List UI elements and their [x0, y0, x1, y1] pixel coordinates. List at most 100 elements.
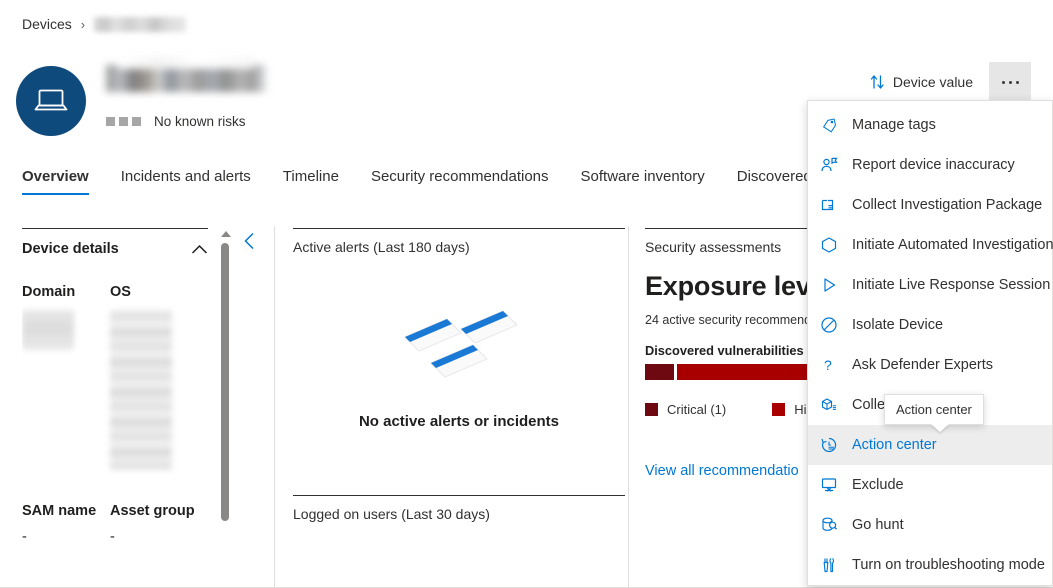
field-sam-name-label: SAM name: [22, 502, 110, 521]
legend-swatch-critical: [645, 403, 658, 416]
header-actions: Device value: [864, 62, 1053, 102]
active-alerts-title: Active alerts (Last 180 days): [293, 239, 625, 255]
collapse-panel-button[interactable]: [243, 232, 256, 250]
menu-item-initiate-live-response-session[interactable]: Initiate Live Response Session: [808, 265, 1052, 305]
risk-indicator-square: [106, 117, 115, 126]
menu-item-label: Turn on troubleshooting mode: [852, 557, 1045, 573]
field-asset-group-value: -: [110, 529, 198, 545]
risk-indicator-square: [119, 117, 128, 126]
menu-item-go-hunt[interactable]: Go hunt: [808, 505, 1052, 545]
menu-item-isolate-device[interactable]: Isolate Device: [808, 305, 1052, 345]
action-center-tooltip: Action center: [884, 394, 984, 425]
breadcrumb: Devices ›: [22, 14, 186, 34]
menu-item-label: Initiate Automated Investigation: [852, 237, 1053, 253]
menu-item-report-device-inaccuracy[interactable]: Report device inaccuracy: [808, 145, 1052, 185]
legend-swatch-high: [772, 403, 785, 416]
tooltip-text: Action center: [896, 402, 972, 417]
field-domain-value-redacted: [22, 310, 74, 350]
active-alerts-panel: Active alerts (Last 180 days) No active …: [293, 228, 625, 588]
menu-item-manage-tags[interactable]: Manage tags: [808, 105, 1052, 145]
scroll-up-arrow-icon[interactable]: [221, 231, 231, 237]
menu-item-initiate-automated-investigation[interactable]: Initiate Automated Investigation: [808, 225, 1052, 265]
device-details-fields-row-1: Domain OS: [22, 283, 208, 470]
tab-timeline[interactable]: Timeline: [283, 168, 339, 195]
menu-item-label: Isolate Device: [852, 317, 943, 333]
menu-item-ask-defender-experts[interactable]: ? Ask Defender Experts: [808, 345, 1052, 385]
panel-divider-right: [628, 226, 629, 588]
risk-indicator-square: [132, 117, 141, 126]
sort-arrows-icon: [870, 74, 885, 90]
active-alerts-rule: [293, 228, 625, 229]
tools-icon: [820, 556, 842, 574]
device-details-fields-row-2: SAM name - Asset group -: [22, 502, 208, 545]
scrollbar-thumb[interactable]: [221, 243, 229, 521]
empty-cards-illustration: [399, 303, 519, 395]
person-flag-icon: [820, 156, 842, 174]
database-search-icon: [820, 516, 842, 534]
tag-icon: [820, 116, 842, 134]
vuln-bar-segment-critical: [645, 364, 674, 380]
ellipsis-icon: [1002, 81, 1005, 84]
menu-item-label: Go hunt: [852, 517, 904, 533]
ellipsis-icon: [1009, 81, 1012, 84]
play-triangle-icon: [820, 276, 842, 294]
menu-item-label: Action center: [852, 437, 937, 453]
field-os: OS: [110, 283, 198, 470]
history-clock-icon: [820, 436, 842, 454]
device-avatar: [16, 66, 86, 136]
field-os-value-redacted: [110, 310, 172, 470]
breadcrumb-separator-icon: ›: [81, 17, 85, 32]
tooltip-arrow: [931, 424, 949, 432]
logged-on-users-title: Logged on users (Last 30 days): [293, 506, 625, 522]
legend-label-critical: Critical (1): [667, 402, 726, 417]
menu-item-turn-on-troubleshooting-mode[interactable]: Turn on troubleshooting mode: [808, 545, 1052, 585]
device-details-title: Device details: [22, 241, 119, 257]
menu-item-label: Manage tags: [852, 117, 936, 133]
menu-item-label: Initiate Live Response Session: [852, 277, 1050, 293]
field-asset-group: Asset group -: [110, 502, 198, 545]
tab-incidents-and-alerts[interactable]: Incidents and alerts: [121, 168, 251, 195]
device-value-button[interactable]: Device value: [864, 62, 979, 102]
chevron-up-icon[interactable]: [191, 244, 208, 255]
monitor-exclude-icon: [820, 476, 842, 494]
hexagon-icon: [820, 236, 842, 254]
box-list-icon: [820, 396, 842, 414]
tab-overview[interactable]: Overview: [22, 168, 89, 195]
breadcrumb-devices-link[interactable]: Devices: [22, 16, 72, 32]
breadcrumb-current-redacted: [94, 17, 186, 32]
tab-software-inventory[interactable]: Software inventory: [581, 168, 705, 195]
package-collect-icon: [820, 196, 842, 214]
risk-label: No known risks: [154, 114, 246, 129]
device-risk-level: No known risks: [106, 114, 246, 129]
tab-security-recommendations[interactable]: Security recommendations: [371, 168, 549, 195]
active-alerts-empty-state: No active alerts or incidents: [293, 255, 625, 477]
field-domain: Domain: [22, 283, 110, 470]
tab-bar: Overview Incidents and alerts Timeline S…: [22, 168, 844, 214]
field-os-label: OS: [110, 283, 198, 302]
legend-item-critical: Critical (1): [645, 402, 726, 417]
menu-item-label: Report device inaccuracy: [852, 157, 1015, 173]
menu-item-label: Exclude: [852, 477, 904, 493]
menu-item-action-center[interactable]: Action center: [808, 425, 1052, 465]
logged-on-users-rule: [293, 495, 625, 496]
question-mark-icon: ?: [820, 357, 842, 373]
field-sam-name-value: -: [22, 529, 110, 545]
more-actions-button[interactable]: [989, 62, 1031, 102]
device-details-panel: Device details Domain OS SAM name -: [22, 228, 208, 588]
menu-item-label: Ask Defender Experts: [852, 357, 993, 373]
field-asset-group-label: Asset group: [110, 502, 198, 521]
device-details-scrollbar[interactable]: [219, 231, 233, 580]
device-name-redacted: [106, 65, 266, 92]
laptop-icon: [34, 88, 68, 114]
device-page: Devices › No known risks Device value: [0, 0, 1053, 588]
menu-item-exclude[interactable]: Exclude: [808, 465, 1052, 505]
ellipsis-icon: [1016, 81, 1019, 84]
device-value-label: Device value: [893, 74, 973, 90]
device-actions-context-menu: Manage tags Report device inaccuracy Col…: [807, 100, 1053, 586]
panel-divider-left: [274, 226, 275, 588]
field-sam-name: SAM name -: [22, 502, 110, 545]
menu-item-label: Collect Investigation Package: [852, 197, 1042, 213]
block-circle-icon: [820, 316, 842, 334]
menu-item-collect-investigation-package[interactable]: Collect Investigation Package: [808, 185, 1052, 225]
tab-discovered[interactable]: Discovered: [737, 168, 812, 195]
